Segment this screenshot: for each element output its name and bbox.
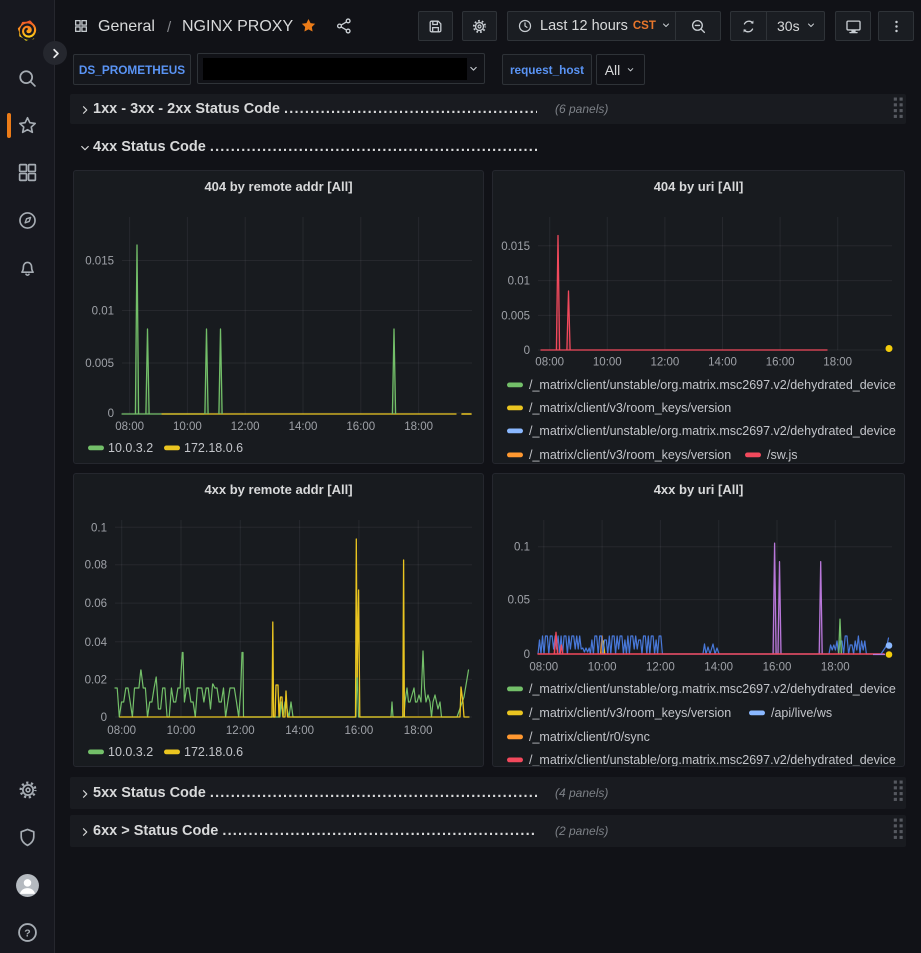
svg-text:08:00: 08:00 [115,421,144,433]
svg-text:/_matrix/client/unstable/org.m: /_matrix/client/unstable/org.matrix.msc2… [529,753,896,767]
svg-text:08:00: 08:00 [529,662,558,674]
svg-text:16:00: 16:00 [763,662,792,674]
svg-text:0.04: 0.04 [85,637,108,649]
svg-text:/_matrix/client/unstable/org.m: /_matrix/client/unstable/org.matrix.msc2… [529,424,896,438]
svg-text:14:00: 14:00 [285,725,314,737]
svg-text:14:00: 14:00 [708,357,737,369]
svg-text:172.18.0.6: 172.18.0.6 [184,745,243,759]
svg-text:12:00: 12:00 [226,725,255,737]
svg-text:0.005: 0.005 [85,358,114,370]
svg-text:12:00: 12:00 [651,357,680,369]
svg-text:18:00: 18:00 [404,725,433,737]
svg-text:18:00: 18:00 [821,662,850,674]
svg-text:172.18.0.6: 172.18.0.6 [184,441,243,455]
svg-text:0.1: 0.1 [91,522,107,534]
svg-text:10:00: 10:00 [173,421,202,433]
svg-text:08:00: 08:00 [535,357,564,369]
svg-text:0.005: 0.005 [501,310,530,322]
svg-text:0.01: 0.01 [92,306,114,318]
svg-text:10:00: 10:00 [588,662,617,674]
svg-text:0.06: 0.06 [85,598,107,610]
svg-text:10.0.3.2: 10.0.3.2 [108,441,153,455]
svg-text:/_matrix/client/v3/room_keys/v: /_matrix/client/v3/room_keys/version [529,401,731,415]
svg-text:0: 0 [524,345,530,357]
svg-text:?: ? [24,927,30,939]
svg-text:/_matrix/client/v3/room_keys/v: /_matrix/client/v3/room_keys/version [529,448,731,462]
svg-text:14:00: 14:00 [289,421,318,433]
svg-text:16:00: 16:00 [346,421,375,433]
svg-text:/_matrix/client/unstable/org.m: /_matrix/client/unstable/org.matrix.msc2… [529,682,896,696]
svg-text:0.01: 0.01 [508,276,530,288]
svg-text:/_matrix/client/r0/sync: /_matrix/client/r0/sync [529,730,650,744]
svg-text:0.1: 0.1 [514,542,530,554]
svg-text:14:00: 14:00 [704,662,733,674]
svg-text:/api/live/ws: /api/live/ws [771,706,832,720]
svg-text:18:00: 18:00 [823,357,852,369]
svg-text:12:00: 12:00 [646,662,675,674]
svg-text:/_matrix/client/unstable/org.m: /_matrix/client/unstable/org.matrix.msc2… [529,378,896,392]
svg-text:0.02: 0.02 [85,674,107,686]
svg-text:10.0.3.2: 10.0.3.2 [108,745,153,759]
svg-text:0.015: 0.015 [501,241,530,253]
svg-text:0.05: 0.05 [508,595,530,607]
svg-text:0: 0 [524,649,530,661]
svg-text:10:00: 10:00 [593,357,622,369]
svg-text:0.08: 0.08 [85,560,107,572]
svg-text:18:00: 18:00 [404,421,433,433]
svg-text:0: 0 [101,712,107,724]
svg-text:0: 0 [108,408,114,420]
svg-text:/_matrix/client/v3/room_keys/v: /_matrix/client/v3/room_keys/version [529,706,731,720]
svg-text:08:00: 08:00 [107,725,136,737]
svg-text:/sw.js: /sw.js [767,448,798,462]
svg-text:12:00: 12:00 [231,421,260,433]
svg-text:16:00: 16:00 [345,725,374,737]
svg-text:16:00: 16:00 [766,357,795,369]
svg-text:10:00: 10:00 [167,725,196,737]
svg-text:0.015: 0.015 [85,256,114,268]
